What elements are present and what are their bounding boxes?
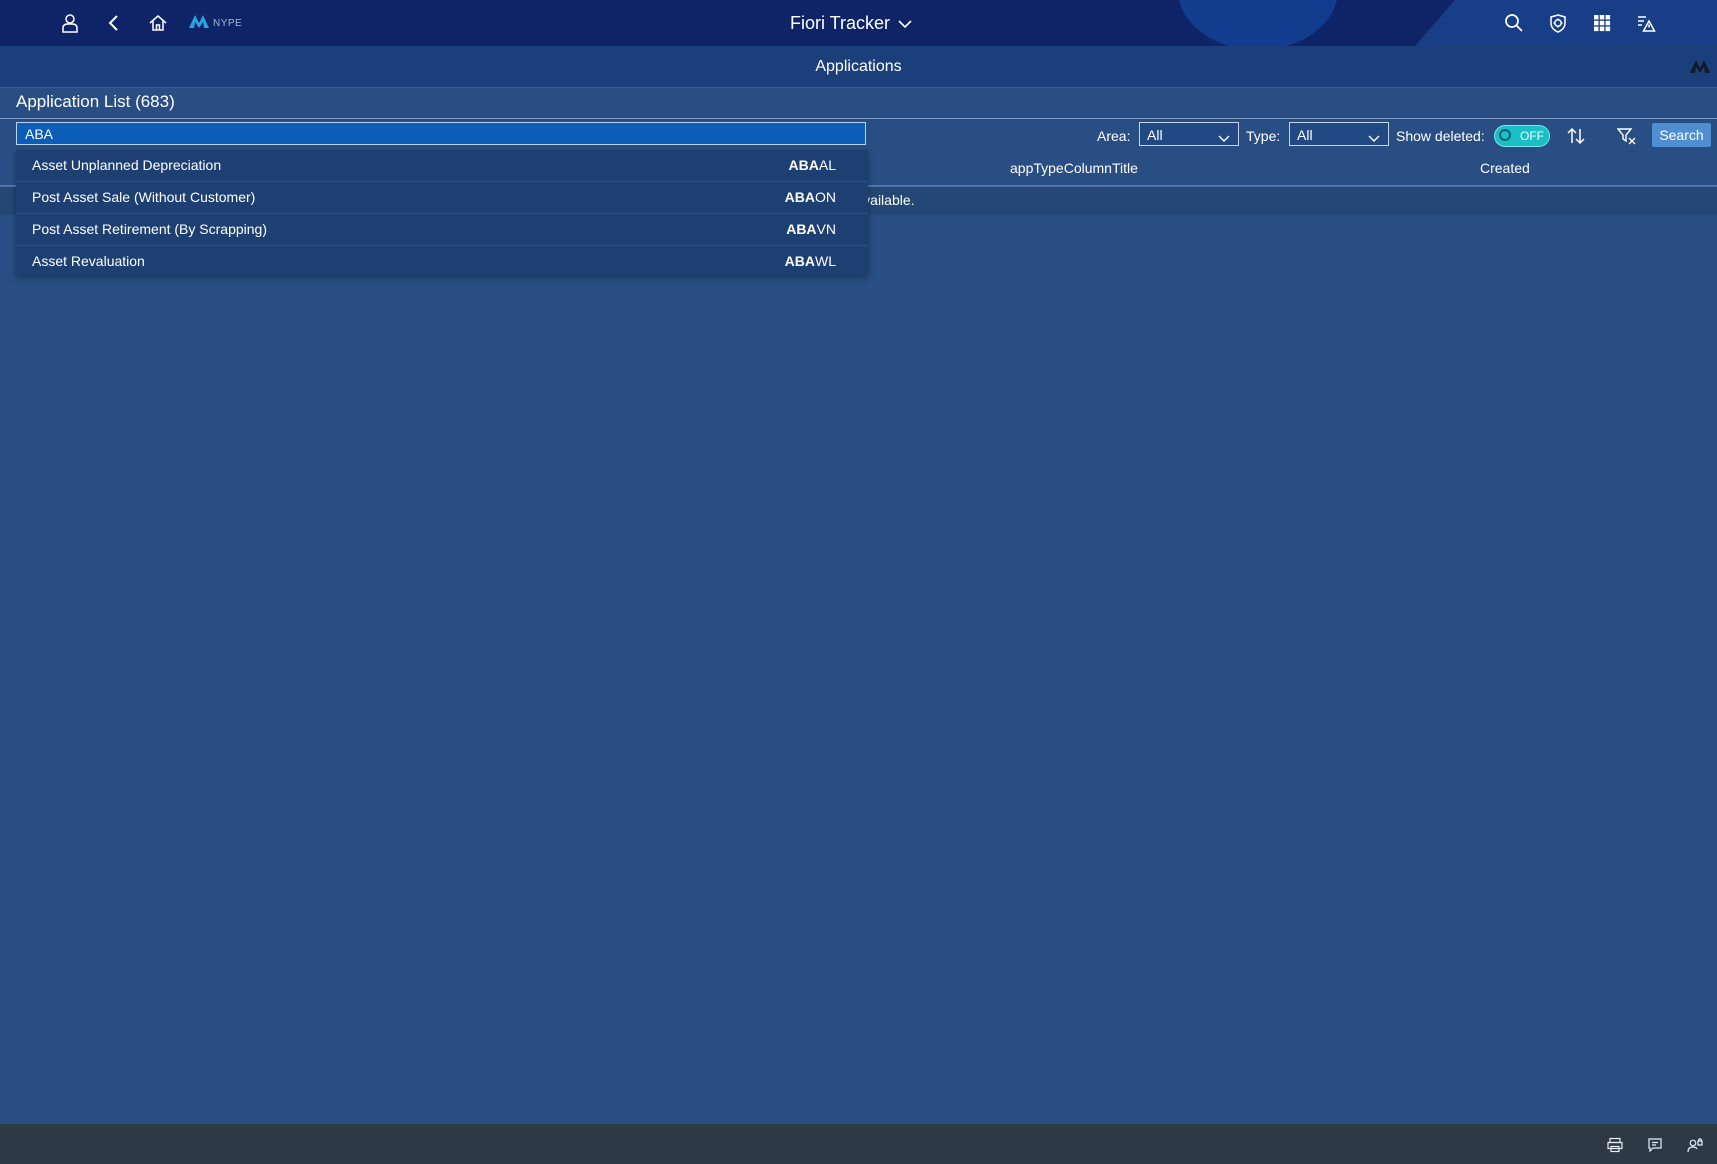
suggestion-item[interactable]: Asset Unplanned Depreciation ABAAL [16,150,868,182]
suggestion-code: ABAON [784,189,836,205]
suggestion-name: Post Asset Sale (Without Customer) [32,189,256,205]
sort-icon[interactable] [1563,124,1589,148]
header-decoration [1178,0,1338,46]
print-icon[interactable] [1606,1136,1624,1154]
company-logo[interactable]: NYPE [188,13,242,34]
app-title: Fiori Tracker [790,12,891,33]
search-button[interactable]: Search [1652,123,1711,147]
back-icon[interactable] [100,9,128,37]
column-header-created[interactable]: Created [1480,160,1530,176]
column-header-type[interactable]: appTypeColumnTitle [1010,160,1138,176]
type-select[interactable]: All [1289,122,1389,146]
show-deleted-label: Show deleted: [1396,128,1485,144]
type-label: Type: [1246,128,1281,144]
text-alert-icon[interactable] [1632,9,1660,37]
page-subheader: Applications [0,46,1717,88]
user-icon[interactable] [56,9,84,37]
page-title: Applications [815,58,902,75]
chevron-down-icon [1368,130,1380,146]
logo-icon [188,13,210,34]
suggestion-item[interactable]: Post Asset Retirement (By Scrapping) ABA… [16,214,868,246]
type-select-value: All [1297,127,1313,143]
clear-filter-icon[interactable] [1614,124,1640,148]
show-deleted-switch[interactable]: OFF [1494,125,1550,147]
shell-header: NYPE Fiori Tracker [0,0,1717,46]
area-select-value: All [1147,127,1163,143]
home-icon[interactable] [144,9,172,37]
filter-toolbar: Area: All Type: All Show deleted: OFF Se… [0,118,1717,154]
suggestion-code: ABAWL [784,253,836,269]
area-label: Area: [1097,128,1131,144]
suggestion-name: Post Asset Retirement (By Scrapping) [32,221,267,237]
user-lock-icon[interactable] [1686,1136,1704,1154]
switch-state: OFF [1520,129,1544,143]
footer-bar [0,1124,1717,1164]
switch-knob [1499,129,1511,141]
search-icon[interactable] [1500,9,1528,37]
suggestion-item[interactable]: Asset Revaluation ABAWL [16,246,868,277]
suggestion-name: Asset Unplanned Depreciation [32,157,222,173]
search-suggestions: Asset Unplanned Depreciation ABAAL Post … [16,150,868,275]
logo-icon [1689,58,1711,79]
comment-icon[interactable] [1646,1136,1664,1154]
notifications-icon[interactable] [1544,9,1572,37]
suggestion-code: ABAVN [786,221,836,237]
list-title: Application List (683) [16,92,175,111]
suggestion-code: ABAAL [788,157,836,173]
chevron-down-icon [1218,130,1230,146]
logo-text: NYPE [213,18,243,29]
chevron-down-icon [898,13,912,34]
app-title-menu[interactable]: Fiori Tracker [790,11,912,35]
area-select[interactable]: All [1139,122,1239,146]
app-grid-icon[interactable] [1588,9,1616,37]
search-input[interactable] [16,122,866,145]
suggestion-item[interactable]: Post Asset Sale (Without Customer) ABAON [16,182,868,214]
suggestion-name: Asset Revaluation [32,253,145,269]
